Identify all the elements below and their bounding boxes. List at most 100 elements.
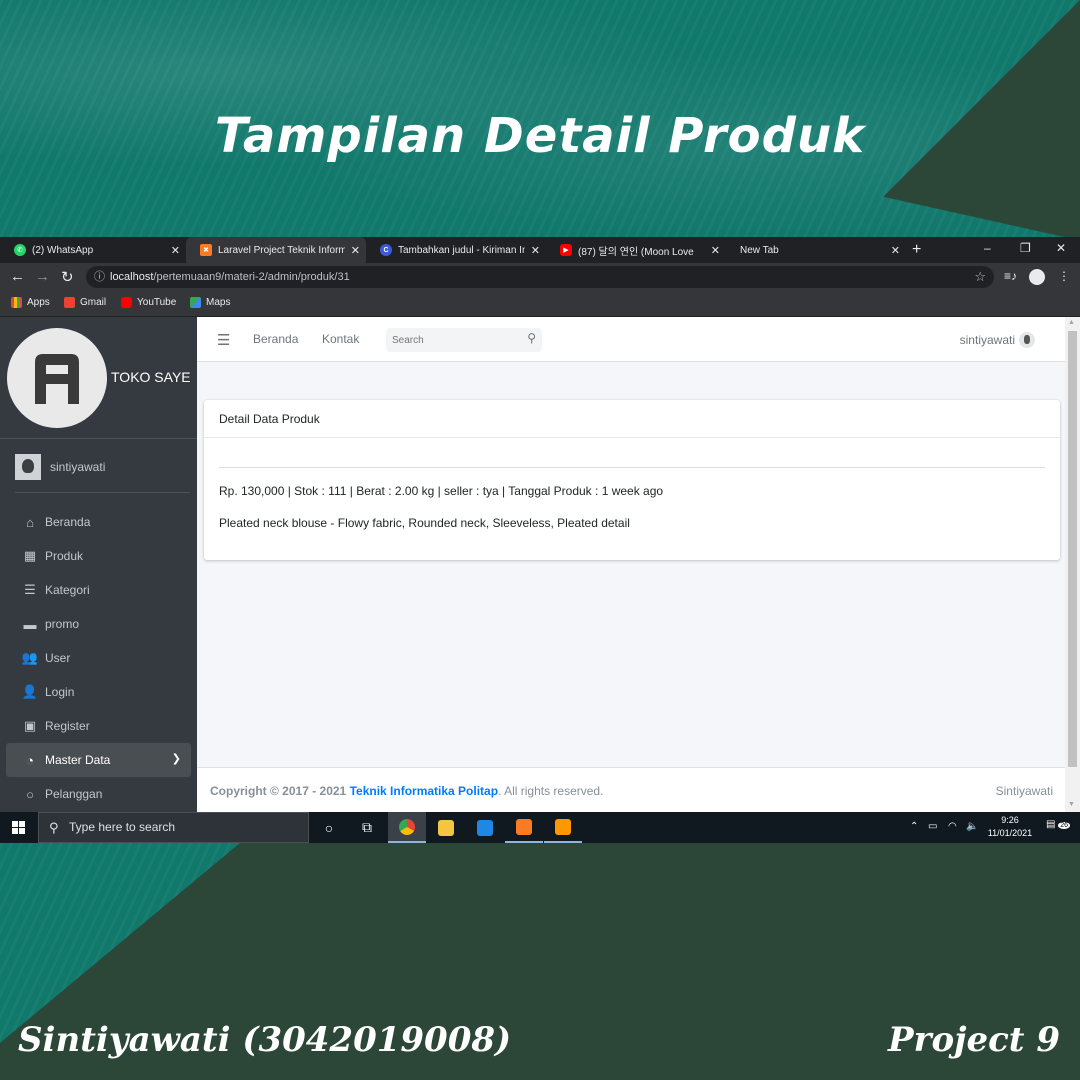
file-explorer-icon[interactable] [427,812,465,843]
sidebar-item-label: Kategori [45,583,90,597]
bookmark-gmail[interactable]: Gmail [64,297,106,308]
sidebar-item-user[interactable]: 👥 User [6,641,191,675]
scroll-down-icon[interactable]: ▼ [1068,801,1075,808]
mail-icon[interactable] [466,812,504,843]
playlist-icon[interactable]: ≡♪ [1004,269,1017,283]
scrollbar-thumb[interactable] [1068,331,1077,767]
close-icon[interactable]: ✕ [171,244,180,257]
bookmark-youtube[interactable]: YouTube [121,297,176,308]
taskbar-search[interactable]: ⚲ Type here to search [38,812,309,843]
forward-arrow-icon[interactable]: → [35,268,50,285]
content-area: Detail Data Produk Rp. 130,000 | Stok : … [197,362,1065,767]
scroll-up-icon[interactable]: ▲ [1068,319,1075,326]
sidebar-item-label: Master Data [45,753,111,767]
taskbar-clock[interactable]: 9:26 11/01/2021 [984,814,1036,840]
tab-laravel-project[interactable]: ✖ Laravel Project Teknik Informat ✕ [186,237,366,263]
card-title: Detail Data Produk [204,400,1060,438]
taskbar-search-placeholder: Type here to search [69,820,176,834]
close-icon[interactable]: ✕ [711,244,720,257]
copyright-prefix: Copyright © 2017 - 2021 [210,784,347,798]
close-icon[interactable]: ✕ [351,244,360,257]
sidebar-item-register[interactable]: ▣ Register [6,709,191,743]
circle-icon: ○ [26,786,34,802]
home-icon: ⌂ [26,514,34,530]
gmail-icon [64,297,75,308]
user-panel[interactable]: sintiyawati [15,441,190,493]
bookmark-star-icon[interactable]: ☆ [974,266,986,288]
restore-icon[interactable]: ❐ [1020,241,1031,255]
sidebar-item-beranda[interactable]: ⌂ Beranda [6,505,191,539]
brand-name: TOKO SAYE [111,369,191,385]
youtube-icon [121,297,132,308]
sidebar-item-kategori[interactable]: ☰ Kategori [6,573,191,607]
task-view-icon[interactable]: ⧉ [348,812,386,843]
product-detail-card: Detail Data Produk Rp. 130,000 | Stok : … [204,400,1060,560]
notification-icon: ▤ [1046,819,1056,830]
notification-center[interactable]: ▤ 26 [1046,819,1071,830]
hamburger-menu-icon[interactable]: ☰ [217,331,230,349]
brand-letter-icon [35,354,79,404]
sidebar-item-label: promo [45,617,80,631]
tab-label: New Tab [740,244,779,256]
apps-grid-icon [11,297,22,308]
tab-label: Tambahkan judul - Kiriman Ins [398,244,525,256]
sidebar-item-label: User [45,651,71,665]
tab-new[interactable]: New Tab ✕ [726,237,906,263]
scrollbar[interactable]: ▲ ▼ [1065,317,1080,812]
sidebar-item-label: Produk [45,549,84,563]
admin-page: TOKO SAYE sintiyawati ⌂ Beranda ▦ Produk… [0,317,1080,812]
tray-chevron-icon[interactable]: ⌃ [910,821,918,832]
avatar [1019,332,1035,348]
bookmark-label: YouTube [137,297,177,308]
bookmark-label: Apps [27,297,50,308]
battery-icon[interactable]: ▭ [928,821,937,832]
footer-org-link[interactable]: Teknik Informatika Politap [350,784,498,798]
sidebar-item-pelanggan[interactable]: ○ Pelanggan [6,777,191,811]
sidebar-item-login[interactable]: 👤 Login [6,675,191,709]
bookmark-apps[interactable]: Apps [11,297,50,308]
bookmark-maps[interactable]: Maps [190,297,230,308]
page-footer: Copyright © 2017 - 2021 Teknik Informati… [197,767,1065,812]
brand[interactable]: TOKO SAYE [0,317,197,439]
close-icon[interactable]: ✕ [531,244,540,257]
new-tab-icon[interactable]: + [912,241,921,259]
user-menu[interactable]: sintiyawati [960,332,1035,348]
nav-link-beranda[interactable]: Beranda [253,332,298,346]
windows-start-icon[interactable] [12,821,25,834]
window-close-icon[interactable]: ✕ [1056,241,1066,255]
url-field[interactable]: ⓘ localhost/pertemuaan9/materi-2/admin/p… [86,266,994,288]
footer-right: Sintiyawati [995,784,1053,798]
volume-icon[interactable]: 🔈 [966,821,978,832]
sublime-text-icon[interactable] [544,812,582,843]
tab-youtube[interactable]: ▶ (87) 달의 연인 (Moon Love ✕ [546,237,726,263]
search-icon[interactable]: ⚲ [527,331,536,345]
back-arrow-icon[interactable]: ← [10,268,25,285]
search-input[interactable] [386,328,516,352]
sidebar-item-produk[interactable]: ▦ Produk [6,539,191,573]
info-icon[interactable]: ⓘ [94,266,105,288]
more-menu-icon[interactable]: ⋮ [1058,269,1070,283]
cortana-icon[interactable]: ○ [310,812,348,843]
minimize-icon[interactable]: – [984,241,991,255]
brand-logo [7,328,107,428]
nav-link-kontak[interactable]: Kontak [322,332,359,346]
tab-whatsapp[interactable]: ✆ (2) WhatsApp ✕ [0,237,186,263]
chrome-icon[interactable] [388,812,426,843]
sidebar-item-master-data[interactable]: ◔ Master Data ❯ [6,743,191,777]
close-icon[interactable]: ✕ [891,244,900,257]
user-icon: 👤 [21,684,39,699]
user-name: sintiyawati [50,459,106,474]
wifi-icon[interactable]: ◠ [948,821,957,832]
clock-date: 11/01/2021 [987,828,1033,838]
xampp-icon: ✖ [200,244,212,256]
chevron-down-icon: ❯ [171,753,181,765]
users-icon: 👥 [21,650,39,665]
reload-icon[interactable]: ↻ [61,268,74,286]
divider [219,467,1045,468]
tab-canva[interactable]: C Tambahkan judul - Kiriman Ins ✕ [366,237,546,263]
maps-icon [190,297,201,308]
xampp-icon[interactable] [505,812,543,843]
address-bar: ← → ↻ ⓘ localhost/pertemuaan9/materi-2/a… [0,263,1080,291]
sidebar-item-promo[interactable]: ▬ promo [6,607,191,641]
profile-avatar-icon[interactable] [1029,269,1045,285]
